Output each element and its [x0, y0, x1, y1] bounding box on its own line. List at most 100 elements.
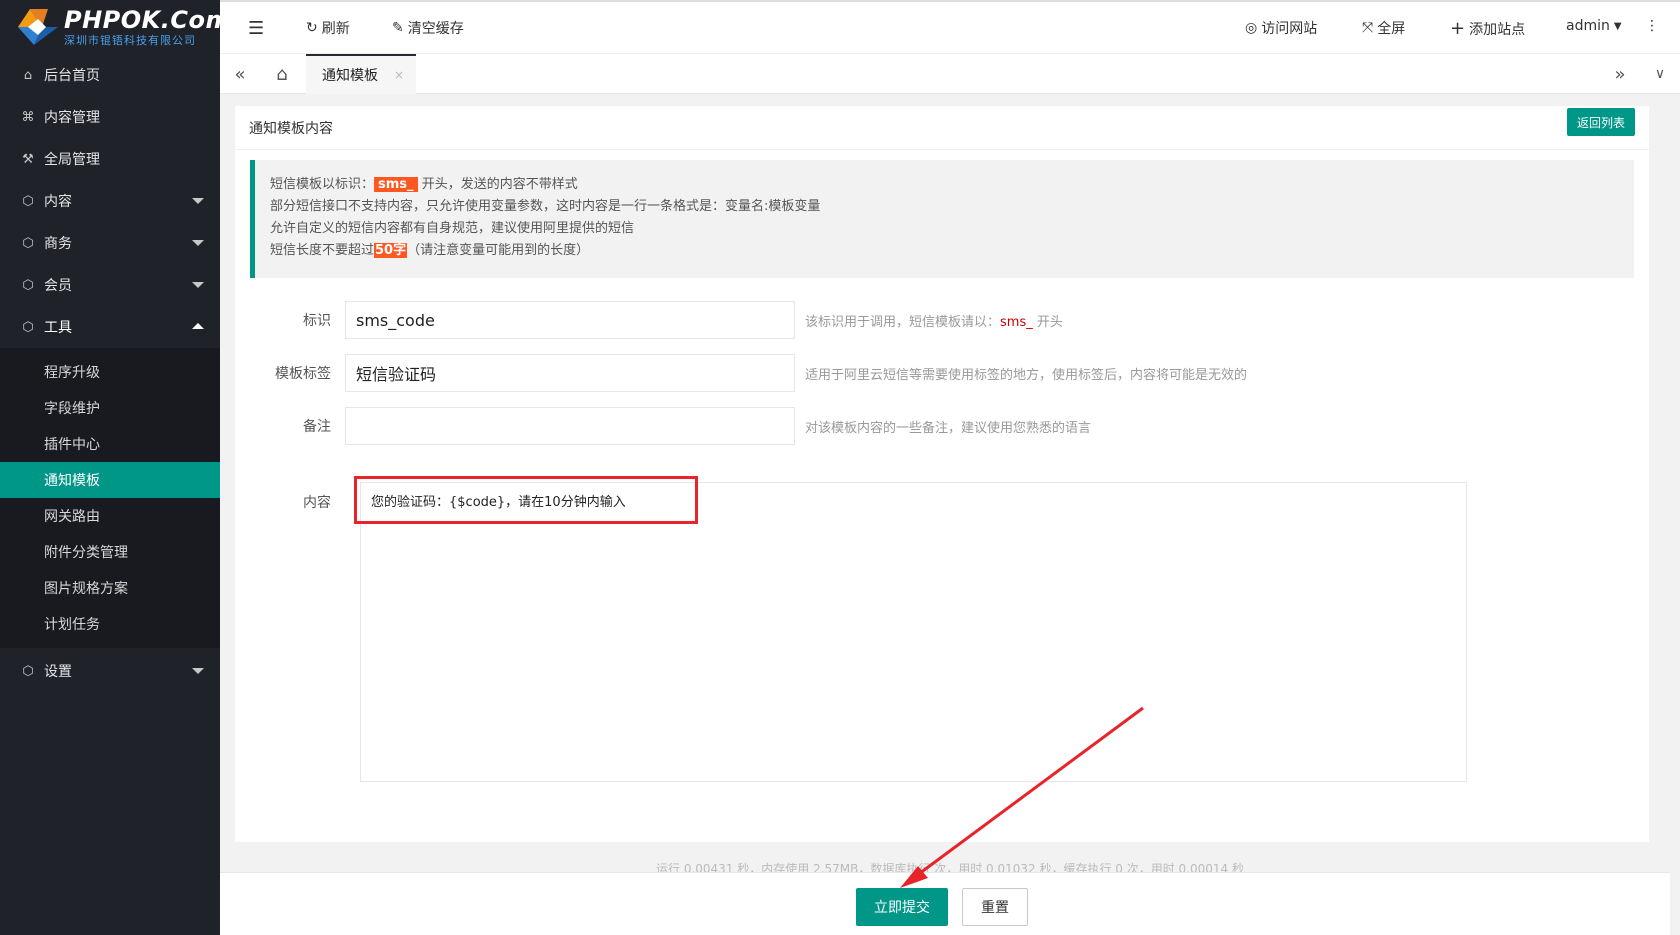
- home-icon: ⌂: [276, 63, 288, 85]
- scrollbar[interactable]: [1670, 94, 1680, 935]
- add-site-button[interactable]: + 添加站点: [1450, 18, 1525, 39]
- user-name: admin: [1566, 18, 1610, 34]
- clear-cache-button[interactable]: ✎ 清空缓存: [392, 18, 464, 38]
- tag-tip: 适用于阿里云短信等需要使用标签的地方，使用标签后，内容将可能是无效的: [805, 367, 1248, 383]
- visit-site-button[interactable]: ◎ 访问网站: [1245, 18, 1317, 38]
- add-site-label: 添加站点: [1469, 21, 1526, 38]
- sidebar-subitem-gateway[interactable]: 网关路由: [0, 498, 220, 534]
- cube-icon: ⬡: [22, 193, 34, 209]
- sidebar-item-members[interactable]: ⬡ 会员: [0, 264, 220, 306]
- sidebar-item-content-manage[interactable]: ⌘ 内容管理: [0, 96, 220, 138]
- sidebar-item-settings[interactable]: ⬡ 设置: [0, 650, 220, 692]
- note-input[interactable]: [345, 407, 795, 445]
- notice-box: 短信模板以标识： sms_ 开头，发送的内容不带样式 部分短信接口不支持内容，只允…: [250, 160, 1634, 278]
- sidebar-subitem-cron[interactable]: 计划任务: [0, 606, 220, 642]
- global-manage-icon: ⚒: [22, 151, 34, 167]
- caret-down-icon: [192, 282, 204, 288]
- double-chevron-left-icon: «: [234, 63, 246, 85]
- annotation-box: [354, 476, 698, 524]
- notice-line-3: 允许自定义的短信内容都有自身规范，建议使用阿里提供的短信: [270, 221, 635, 236]
- notice-line-2: 部分短信接口不支持内容，只允许使用变量参数，这时内容是一行一条格式是：变量名:模…: [270, 199, 821, 214]
- sidebar-item-tools[interactable]: ⬡ 工具: [0, 306, 220, 348]
- note-row: 备注 对该模板内容的一些备注，建议使用您熟悉的语言: [235, 407, 1091, 445]
- fullscreen-button[interactable]: ⤧ 全屏: [1362, 18, 1405, 38]
- tab-menu-button[interactable]: ∨: [1640, 54, 1680, 94]
- identifier-tip: 该标识用于调用，短信模板请以：sms_ 开头: [805, 314, 1063, 330]
- sidebar-subitem-plugins[interactable]: 插件中心: [0, 426, 220, 462]
- notice-line-1: 短信模板以标识： sms_ 开头，发送的内容不带样式: [270, 177, 578, 192]
- tab-scroll-right-button[interactable]: »: [1600, 54, 1640, 94]
- sidebar-item-label: 全局管理: [44, 152, 100, 168]
- notice-line-4: 短信长度不要超过50字（请注意变量可能用到的长度）: [270, 243, 590, 258]
- tab-close-icon[interactable]: ×: [394, 68, 404, 82]
- fullscreen-label: 全屏: [1377, 21, 1406, 37]
- content-textarea[interactable]: 您的验证码：{$code}，请在10分钟内输入: [360, 482, 1467, 782]
- visit-site-label: 访问网站: [1261, 21, 1318, 37]
- sidebar-item-dashboard[interactable]: ⌂ 后台首页: [0, 54, 220, 96]
- sidebar-item-label: 设置: [44, 664, 72, 680]
- identifier-input[interactable]: sms_code: [345, 301, 795, 339]
- sidebar-subitem-attachment-category[interactable]: 附件分类管理: [0, 534, 220, 570]
- more-vertical-icon: ⋮: [1645, 18, 1659, 34]
- refresh-label: 刷新: [321, 21, 350, 37]
- content-row: 内容: [235, 482, 345, 512]
- menu-toggle-button[interactable]: ☰: [248, 18, 264, 39]
- notice-highlight: sms_: [374, 177, 418, 192]
- menu-collapse-icon: ☰: [248, 18, 265, 39]
- identifier-row: 标识 sms_code 该标识用于调用，短信模板请以：sms_ 开头: [235, 301, 1063, 339]
- refresh-button[interactable]: ↻ 刷新: [306, 18, 350, 38]
- sidebar-subitem-notice-template[interactable]: 通知模板: [0, 462, 220, 498]
- reset-button[interactable]: 重置: [962, 888, 1028, 926]
- action-bar: 立即提交 重置: [220, 872, 1675, 935]
- sidebar-item-label: 内容管理: [44, 110, 100, 126]
- tag-input[interactable]: 短信验证码: [345, 354, 795, 392]
- cube-icon: ⬡: [22, 277, 34, 293]
- tools-submenu: 程序升级 字段维护 插件中心 通知模板 网关路由 附件分类管理 图片规格方案 计…: [0, 348, 220, 648]
- content-label: 内容: [303, 495, 331, 511]
- sidebar: PHPOK.Com 深圳市锟铻科技有限公司 ⌂ 后台首页 ⌘ 内容管理 ⚒ 全局…: [0, 0, 231, 935]
- caret-down-icon: [192, 668, 204, 674]
- clear-cache-label: 清空缓存: [407, 21, 464, 37]
- sidebar-item-label: 后台首页: [44, 68, 100, 84]
- cube-icon: ⬡: [22, 319, 34, 335]
- tag-label: 模板标签: [275, 366, 331, 382]
- double-chevron-right-icon: »: [1614, 63, 1626, 85]
- logo[interactable]: PHPOK.Com 深圳市锟铻科技有限公司: [0, 0, 231, 54]
- cube-icon: ⬡: [22, 663, 34, 679]
- identifier-label: 标识: [303, 313, 331, 329]
- cube-icon: ⬡: [22, 235, 34, 251]
- more-button[interactable]: ⋮: [1645, 18, 1659, 34]
- topbar: ☰ ↻ 刷新 ✎ 清空缓存 ◎ 访问网站 ⤧ 全屏 + 添加站点 admin ▼…: [220, 0, 1680, 54]
- fullscreen-icon: ⤧: [1362, 20, 1374, 36]
- sidebar-item-content[interactable]: ⬡ 内容: [0, 180, 220, 222]
- tab-notice-template[interactable]: 通知模板 ×: [306, 54, 416, 94]
- tab-label: 通知模板: [322, 68, 378, 84]
- broom-icon: ✎: [392, 20, 404, 36]
- logo-subtitle: 深圳市锟铻科技有限公司: [64, 34, 196, 47]
- logo-mark-icon: [14, 5, 62, 49]
- sidebar-subitem-upgrade[interactable]: 程序升级: [0, 354, 220, 390]
- caret-down-icon: [192, 240, 204, 246]
- sidebar-item-global-manage[interactable]: ⚒ 全局管理: [0, 138, 220, 180]
- user-menu[interactable]: admin ▼: [1566, 18, 1622, 34]
- note-tip: 对该模板内容的一些备注，建议使用您熟悉的语言: [805, 420, 1092, 436]
- refresh-icon: ↻: [306, 20, 318, 36]
- notice-highlight: 50字: [374, 243, 408, 258]
- tag-row: 模板标签 短信验证码 适用于阿里云短信等需要使用标签的地方，使用标签后，内容将可…: [235, 354, 1247, 392]
- chevron-down-icon: ∨: [1654, 66, 1666, 82]
- sidebar-item-label: 工具: [44, 320, 72, 336]
- tab-home-button[interactable]: ⌂: [262, 54, 302, 94]
- card-title: 通知模板内容: [235, 106, 1649, 150]
- back-to-list-button[interactable]: 返回列表: [1566, 108, 1635, 136]
- logo-title: PHPOK.Com: [64, 6, 231, 34]
- sidebar-subitem-fields[interactable]: 字段维护: [0, 390, 220, 426]
- tab-scroll-left-button[interactable]: «: [220, 54, 260, 94]
- tab-bar: « ⌂ 通知模板 × » ∨: [220, 54, 1680, 94]
- submit-button[interactable]: 立即提交: [856, 888, 948, 926]
- plus-icon: +: [1450, 18, 1466, 39]
- sidebar-item-business[interactable]: ⬡ 商务: [0, 222, 220, 264]
- template-card: 通知模板内容 返回列表 短信模板以标识： sms_ 开头，发送的内容不带样式 部分…: [235, 106, 1649, 842]
- sidebar-subitem-image-spec[interactable]: 图片规格方案: [0, 570, 220, 606]
- sidebar-item-label: 商务: [44, 236, 72, 252]
- content-manage-icon: ⌘: [21, 109, 35, 125]
